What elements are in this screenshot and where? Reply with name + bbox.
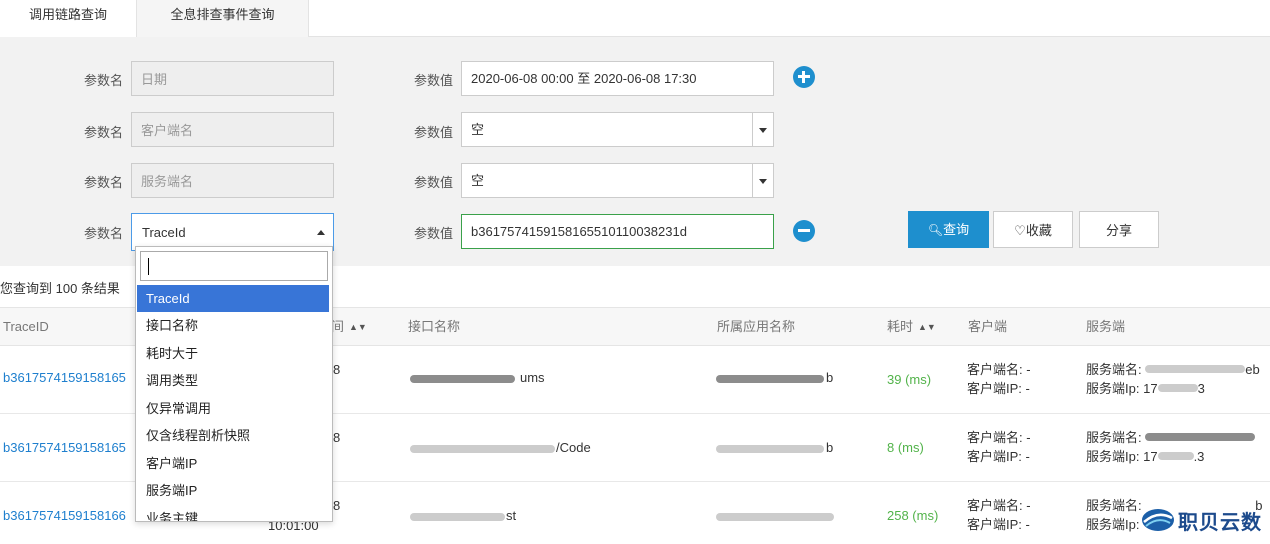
result-count-text: 为您查询到 100 条结果	[0, 281, 120, 296]
tab-bar: 调用链路查询 全息排查事件查询	[0, 0, 1270, 38]
col-server: 服务端	[1086, 319, 1126, 334]
dropdown-option-errors-only[interactable]: 仅异常调用	[137, 395, 329, 422]
search-icon: 🔍︎	[927, 223, 944, 237]
param-name-label: 参数名	[84, 73, 124, 88]
param-name-field-server: 服务端名	[131, 163, 334, 198]
param-value-label: 参数值	[414, 226, 454, 241]
client-name-select[interactable]: 空	[461, 112, 774, 147]
col-client: 客户端	[968, 319, 1008, 334]
server-info: 服务端名: eb 服务端Ip: 17 3	[1086, 362, 1260, 396]
redacted-api	[410, 375, 515, 383]
tab-trace-query[interactable]: 调用链路查询	[0, 0, 137, 38]
col-cost[interactable]: 耗时 ▲▼	[887, 308, 936, 346]
minus-icon	[798, 229, 810, 232]
dropdown-option-call-type[interactable]: 调用类型	[137, 367, 329, 394]
add-condition-button[interactable]	[793, 66, 815, 88]
client-info: 客户端名: - 客户端IP: -	[967, 362, 1031, 396]
time-cell: 8	[333, 362, 341, 377]
traceid-value-input[interactable]: b361757415915816551011003823​1d	[461, 214, 774, 249]
redacted-app	[716, 513, 834, 521]
date-range-input[interactable]: 2020-06-08 00:00 至 2020-06-08 17:30	[461, 61, 774, 96]
redacted-api	[410, 445, 555, 453]
redacted-api	[410, 513, 505, 521]
api-name-cell: /Code	[556, 440, 591, 455]
remove-condition-button[interactable]	[793, 220, 815, 242]
query-button[interactable]: 🔍︎查询	[908, 211, 989, 248]
server-name-value: 空	[471, 173, 485, 188]
dropdown-option-cost-gt[interactable]: 耗时大于	[137, 340, 329, 367]
api-name-cell: st	[506, 508, 517, 523]
time-cell: 8	[333, 498, 341, 513]
cost-cell: 39 (ms)	[887, 372, 932, 387]
param-value-label: 参数值	[414, 175, 454, 190]
param-value-label: 参数值	[414, 125, 454, 140]
time-cell: 8	[333, 430, 341, 445]
col-app-name: 所属应用名称	[717, 319, 796, 334]
cost-cell: 8 (ms)	[887, 440, 924, 455]
api-name-cell: ums	[520, 370, 545, 385]
param-name-label: 参数名	[84, 175, 124, 190]
sort-icon[interactable]: ▲▼	[349, 309, 367, 346]
dropdown-option-api-name[interactable]: 接口名称	[137, 312, 329, 339]
col-traceid: TraceID	[3, 319, 49, 334]
client-info: 客户端名: - 客户端IP: -	[967, 430, 1031, 464]
chevron-down-icon[interactable]	[752, 164, 773, 197]
dropdown-search-input[interactable]	[140, 251, 328, 281]
dropdown-option-client-ip[interactable]: 客户端IP	[137, 450, 329, 477]
redacted-app	[716, 375, 824, 383]
param-name-dropdown: TraceId 接口名称 耗时大于 调用类型 仅异常调用 仅含线程剖析快照 客户…	[135, 246, 333, 522]
dropdown-option-biz-key[interactable]: 业务主键	[137, 505, 329, 521]
tab-holographic-event-query[interactable]: 全息排查事件查询	[137, 0, 309, 37]
share-button[interactable]: 分享	[1079, 211, 1159, 248]
param-name-field-client: 客户端名	[131, 112, 334, 147]
app-name-cell: b	[826, 440, 834, 455]
trace-id-link[interactable]: b3617574159158165	[3, 440, 126, 455]
favorite-button[interactable]: ♡收藏	[993, 211, 1073, 248]
chevron-up-icon	[317, 230, 325, 235]
app-name-cell: b	[826, 370, 834, 385]
dropdown-option-server-ip[interactable]: 服务端IP	[137, 477, 329, 504]
text-caret	[148, 258, 149, 275]
redacted-app	[716, 445, 824, 453]
heart-icon: ♡	[1014, 223, 1026, 238]
dropdown-option-traceid[interactable]: TraceId	[137, 285, 329, 312]
param-name-select-value: TraceId	[142, 225, 186, 240]
trace-id-link[interactable]: b3617574159158165	[3, 370, 126, 385]
param-name-label: 参数名	[84, 226, 124, 241]
cost-cell: 258 (ms)	[887, 508, 939, 523]
watermark-logo-icon	[1142, 509, 1174, 531]
trace-id-link[interactable]: b3617574159158166	[3, 508, 126, 523]
server-name-select[interactable]: 空	[461, 163, 774, 198]
server-info: 服务端名: 服务端Ip: 17.3	[1086, 428, 1256, 466]
col-api-name: 接口名称	[408, 319, 461, 334]
client-name-value: 空	[471, 122, 485, 137]
watermark: 职贝云数	[1140, 500, 1270, 540]
chevron-down-icon[interactable]	[752, 113, 773, 146]
client-info: 客户端名: - 客户端IP: -	[967, 498, 1031, 532]
sort-icon[interactable]: ▲▼	[918, 309, 936, 346]
param-value-label: 参数值	[414, 73, 454, 88]
watermark-text: 职贝云数	[1178, 512, 1262, 534]
param-name-label: 参数名	[84, 125, 124, 140]
dropdown-option-thread-profile[interactable]: 仅含线程剖析快照	[137, 422, 329, 449]
param-name-field-date: 日期	[131, 61, 334, 96]
